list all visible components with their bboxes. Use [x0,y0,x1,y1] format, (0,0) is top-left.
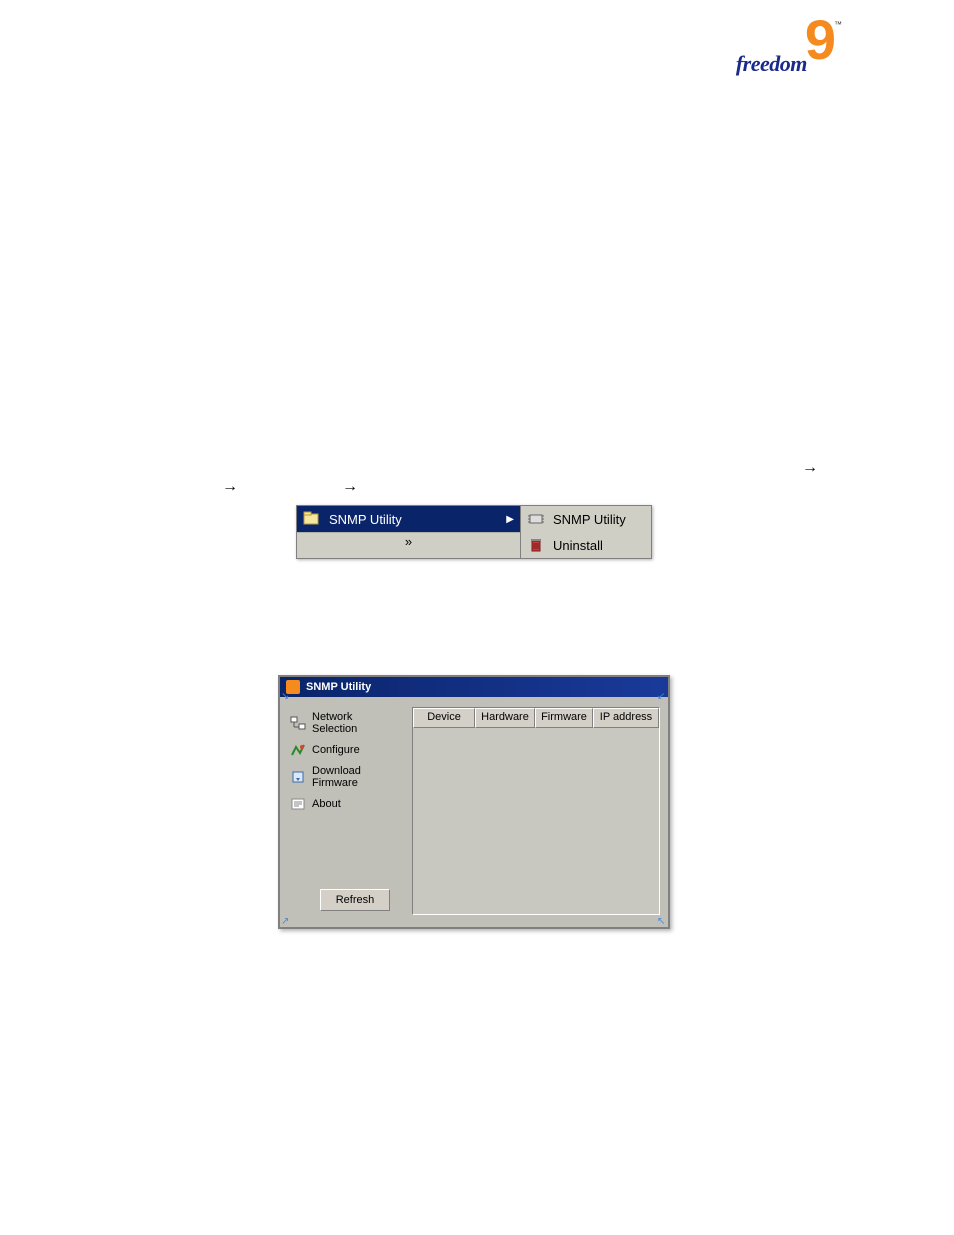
start-menu-flyout: SNMP Utility ▶ » SNMP Utility Uninstall [296,505,652,559]
sidebar-item-about[interactable]: About [288,793,402,815]
device-list[interactable]: Device Hardware Firmware IP address [412,707,660,915]
menu-item-label: SNMP Utility [329,512,498,527]
chip-icon [527,510,545,528]
menu-item-label: Uninstall [553,538,645,553]
menu-item-uninstall[interactable]: Uninstall [521,532,651,558]
arrow-icon: → [802,459,818,477]
sidebar-item-label: Configure [312,744,360,756]
resize-handle-icon[interactable]: ↘ [281,691,291,701]
sidebar-item-label: Network Selection [312,711,400,735]
brand-accent: 9 [805,20,836,59]
column-header-device[interactable]: Device [413,708,475,728]
menu-item-snmp-utility-parent[interactable]: SNMP Utility ▶ [297,506,520,532]
window-body: Network Selection Configure Download Fir… [280,697,668,927]
network-icon [290,716,306,730]
sidebar-item-label: About [312,798,341,810]
brand-logo: freedom 9 ™ [736,38,844,77]
trademark-symbol: ™ [834,20,842,29]
resize-handle-icon[interactable]: ↖ [657,916,667,926]
sidebar-item-label: Download Firmware [312,765,400,789]
window-title-bar[interactable]: SNMP Utility [280,677,668,697]
column-header-hardware[interactable]: Hardware [475,708,535,728]
column-header-ip-address[interactable]: IP address [593,708,659,728]
resize-handle-icon[interactable]: ↙ [657,691,667,701]
start-menu-parent-column: SNMP Utility ▶ » [297,506,521,558]
about-icon [290,797,306,811]
column-header-firmware[interactable]: Firmware [535,708,593,728]
program-group-icon [303,510,321,528]
chevron-down-icon: » [405,534,412,549]
sidebar-item-configure[interactable]: Configure [288,739,402,761]
trash-icon [527,536,545,554]
window-sidebar: Network Selection Configure Download Fir… [288,707,402,915]
arrow-icon: → [342,478,358,496]
refresh-button[interactable]: Refresh [320,889,390,911]
download-icon [290,770,306,784]
snmp-utility-window: SNMP Utility ↘ ↙ ↗ ↖ Network Selection C… [278,675,670,929]
menu-item-snmp-utility[interactable]: SNMP Utility [521,506,651,532]
start-menu-submenu-column: SNMP Utility Uninstall [521,506,651,558]
menu-expand-chevrons[interactable]: » [297,532,520,550]
brand-text: freedom [736,51,807,77]
window-title: SNMP Utility [306,681,371,693]
resize-handle-icon[interactable]: ↗ [281,916,291,926]
sidebar-item-download-firmware[interactable]: Download Firmware [288,761,402,793]
submenu-arrow-icon: ▶ [506,514,514,525]
arrow-icon: → [222,478,238,496]
column-header-row: Device Hardware Firmware IP address [413,708,659,728]
sidebar-item-network-selection[interactable]: Network Selection [288,707,402,739]
configure-icon [290,743,306,757]
menu-item-label: SNMP Utility [553,512,645,527]
